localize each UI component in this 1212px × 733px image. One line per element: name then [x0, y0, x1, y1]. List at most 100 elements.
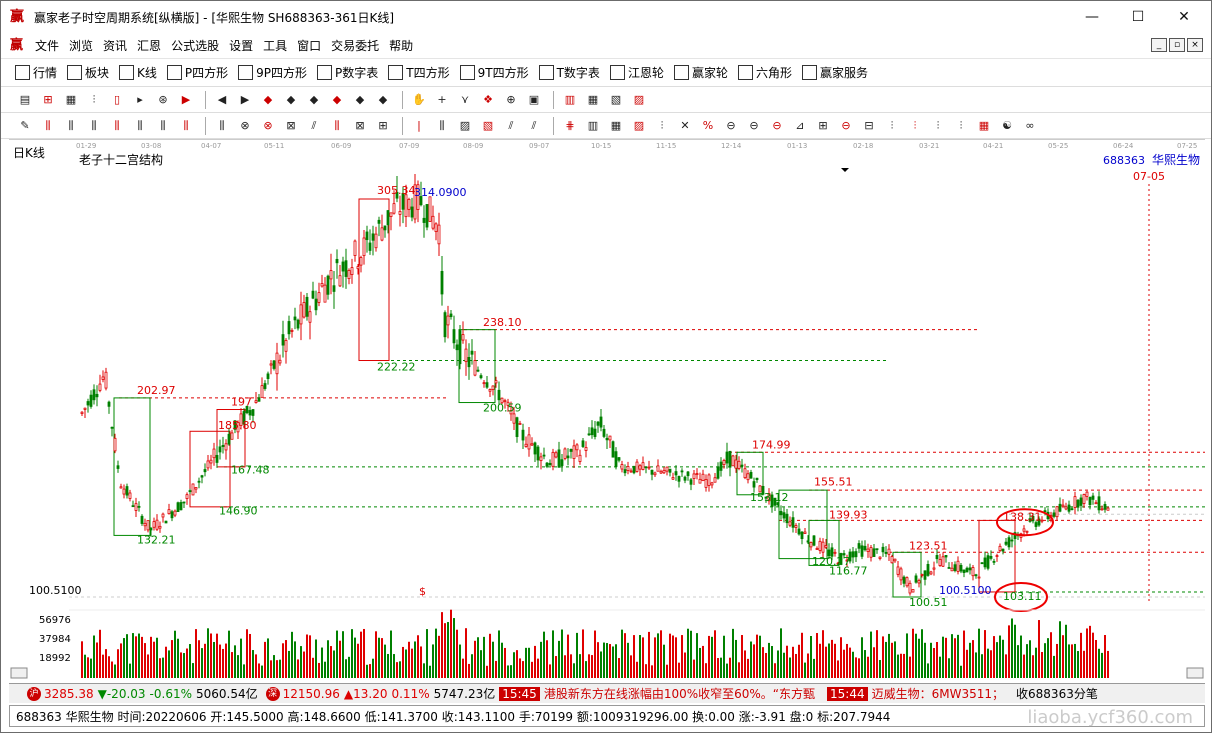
draw-tool-20-icon[interactable]: ⊕	[501, 90, 521, 110]
analysis-tool-0-icon[interactable]: ✎	[15, 116, 35, 136]
draw-tool-15-icon[interactable]: ◆	[373, 90, 393, 110]
analysis-tool-42-icon[interactable]: ∞	[1020, 116, 1040, 136]
news-ticker-2[interactable]: 迈威生物：6MW3511；	[872, 685, 1004, 702]
menu-help[interactable]: 帮助	[384, 35, 418, 57]
analysis-tool-29-icon[interactable]: ⊖	[721, 116, 741, 136]
menu-huien[interactable]: 汇恩	[132, 35, 166, 57]
analysis-tool-6-icon[interactable]: ⫼	[153, 116, 173, 136]
mdi-close-button[interactable]: ×	[1187, 38, 1203, 52]
draw-tool-1-icon[interactable]: ⊞	[38, 90, 58, 110]
analysis-tool-32-icon[interactable]: ⊿	[790, 116, 810, 136]
draw-tool-2-icon[interactable]: ▦	[61, 90, 81, 110]
draw-tool-22-icon[interactable]: ▥	[560, 90, 580, 110]
analysis-tool-3-icon[interactable]: ⫼	[84, 116, 104, 136]
menu-trade[interactable]: 交易委托	[326, 35, 384, 57]
toolbar-item-7[interactable]: 9T四方形	[459, 64, 529, 81]
toolbar-item-12[interactable]: 赢家服务	[801, 64, 868, 81]
toolbar-item-5[interactable]: P数字表	[317, 64, 378, 81]
menu-browse[interactable]: 浏览	[64, 35, 98, 57]
analysis-tool-25-icon[interactable]: ▨	[629, 116, 649, 136]
analysis-tool-36-icon[interactable]: ⫶	[882, 116, 902, 136]
analysis-tool-22-icon[interactable]: ⋕	[560, 116, 580, 136]
analysis-tool-15-icon[interactable]: ⊞	[373, 116, 393, 136]
toolbar-item-1[interactable]: 板块	[67, 64, 109, 81]
draw-tool-6-icon[interactable]: ⊛	[153, 90, 173, 110]
draw-tool-16-icon[interactable]: ✋	[409, 90, 429, 110]
analysis-tool-16-icon[interactable]: |	[409, 116, 429, 136]
analysis-tool-7-icon[interactable]: ⫼	[176, 116, 196, 136]
minimize-button[interactable]: —	[1069, 1, 1115, 33]
draw-tool-13-icon[interactable]: ◆	[327, 90, 347, 110]
toolbar-item-0[interactable]: 行情	[15, 64, 57, 81]
analysis-tool-28-icon[interactable]: %	[698, 116, 718, 136]
analysis-tool-41-icon[interactable]: ☯	[997, 116, 1017, 136]
draw-tool-18-icon[interactable]: ⋎	[455, 90, 475, 110]
draw-tool-0-icon[interactable]: ▤	[15, 90, 35, 110]
draw-tool-25-icon[interactable]: ▨	[629, 90, 649, 110]
toolbar-item-6[interactable]: T四方形	[388, 64, 450, 81]
analysis-tool-38-icon[interactable]: ⫶	[928, 116, 948, 136]
draw-tool-9-icon[interactable]: ▶	[235, 90, 255, 110]
menu-settings[interactable]: 设置	[224, 35, 258, 57]
analysis-tool-39-icon[interactable]: ⫶	[951, 116, 971, 136]
menu-tools[interactable]: 工具	[258, 35, 292, 57]
toolbar-item-9[interactable]: 江恩轮	[609, 64, 664, 81]
toolbar-item-3[interactable]: P四方形	[166, 64, 228, 81]
menu-formula-picker[interactable]: 公式选股	[166, 35, 224, 57]
mdi-restore-button[interactable]: ▫	[1169, 38, 1185, 52]
analysis-tool-13-icon[interactable]: ⫼	[327, 116, 347, 136]
draw-tool-21-icon[interactable]: ▣	[524, 90, 544, 110]
menu-file[interactable]: 文件	[30, 35, 64, 57]
draw-tool-8-icon[interactable]: ◀	[212, 90, 232, 110]
analysis-tool-19-icon[interactable]: ▧	[478, 116, 498, 136]
analysis-tool-5-icon[interactable]: ⫼	[130, 116, 150, 136]
analysis-tool-31-icon[interactable]: ⊖	[767, 116, 787, 136]
draw-tool-23-icon[interactable]: ▦	[583, 90, 603, 110]
analysis-tool-27-icon[interactable]: ✕	[675, 116, 695, 136]
analysis-tool-10-icon[interactable]: ⊗	[258, 116, 278, 136]
draw-tool-17-icon[interactable]: +	[432, 90, 452, 110]
kline-chart-panel[interactable]: 01-29 03-08 04-07 05-11 06-09 07-09 08-09 09-07…	[9, 139, 1205, 679]
draw-tool-24-icon[interactable]: ▧	[606, 90, 626, 110]
menu-window[interactable]: 窗口	[292, 35, 326, 57]
analysis-tool-37-icon[interactable]: ⫶	[905, 116, 925, 136]
analysis-tool-11-icon[interactable]: ⊠	[281, 116, 301, 136]
draw-tool-12-icon[interactable]: ◆	[304, 90, 324, 110]
toolbar-item-4[interactable]: 9P四方形	[238, 64, 307, 81]
news-ticker-1[interactable]: 港股新东方在线涨幅由100%收窄至60%。“东方甄	[544, 685, 815, 702]
analysis-tool-1-icon[interactable]: ⫼	[38, 116, 58, 136]
analysis-tool-34-icon[interactable]: ⊖	[836, 116, 856, 136]
analysis-tool-26-icon[interactable]: ⫶	[652, 116, 672, 136]
mdi-minimize-button[interactable]: _	[1151, 38, 1167, 52]
analysis-tool-18-icon[interactable]: ▨	[455, 116, 475, 136]
maximize-button[interactable]: ☐	[1115, 1, 1161, 33]
draw-tool-19-icon[interactable]: ❖	[478, 90, 498, 110]
analysis-tool-40-icon[interactable]: ▦	[974, 116, 994, 136]
analysis-tool-14-icon[interactable]: ⊠	[350, 116, 370, 136]
analysis-tool-24-icon[interactable]: ▦	[606, 116, 626, 136]
analysis-tool-23-icon[interactable]: ▥	[583, 116, 603, 136]
draw-tool-4-icon[interactable]: ▯	[107, 90, 127, 110]
analysis-tool-8-icon[interactable]: ⫼	[212, 116, 232, 136]
analysis-tool-20-icon[interactable]: ⫽	[501, 116, 521, 136]
draw-tool-10-icon[interactable]: ◆	[258, 90, 278, 110]
toolbar-item-8[interactable]: T数字表	[538, 64, 600, 81]
analysis-tool-33-icon[interactable]: ⊞	[813, 116, 833, 136]
analysis-tool-4-icon[interactable]: ⫼	[107, 116, 127, 136]
draw-tool-14-icon[interactable]: ◆	[350, 90, 370, 110]
toolbar-item-11[interactable]: 六角形	[737, 64, 792, 81]
close-button[interactable]: ✕	[1161, 1, 1207, 33]
toolbar-item-2[interactable]: K线	[119, 64, 157, 81]
menu-news[interactable]: 资讯	[98, 35, 132, 57]
analysis-tool-17-icon[interactable]: ⫼	[432, 116, 452, 136]
draw-tool-7-icon[interactable]: ▶	[176, 90, 196, 110]
draw-tool-11-icon[interactable]: ◆	[281, 90, 301, 110]
analysis-tool-21-icon[interactable]: ⫽	[524, 116, 544, 136]
analysis-tool-9-icon[interactable]: ⊗	[235, 116, 255, 136]
analysis-tool-35-icon[interactable]: ⊟	[859, 116, 879, 136]
analysis-tool-12-icon[interactable]: ⫽	[304, 116, 324, 136]
draw-tool-5-icon[interactable]: ▸	[130, 90, 150, 110]
kline-chart[interactable]: 01-29 03-08 04-07 05-11 06-09 07-09 08-09 09-07…	[9, 140, 1205, 680]
analysis-tool-30-icon[interactable]: ⊖	[744, 116, 764, 136]
analysis-tool-2-icon[interactable]: ⫼	[61, 116, 81, 136]
